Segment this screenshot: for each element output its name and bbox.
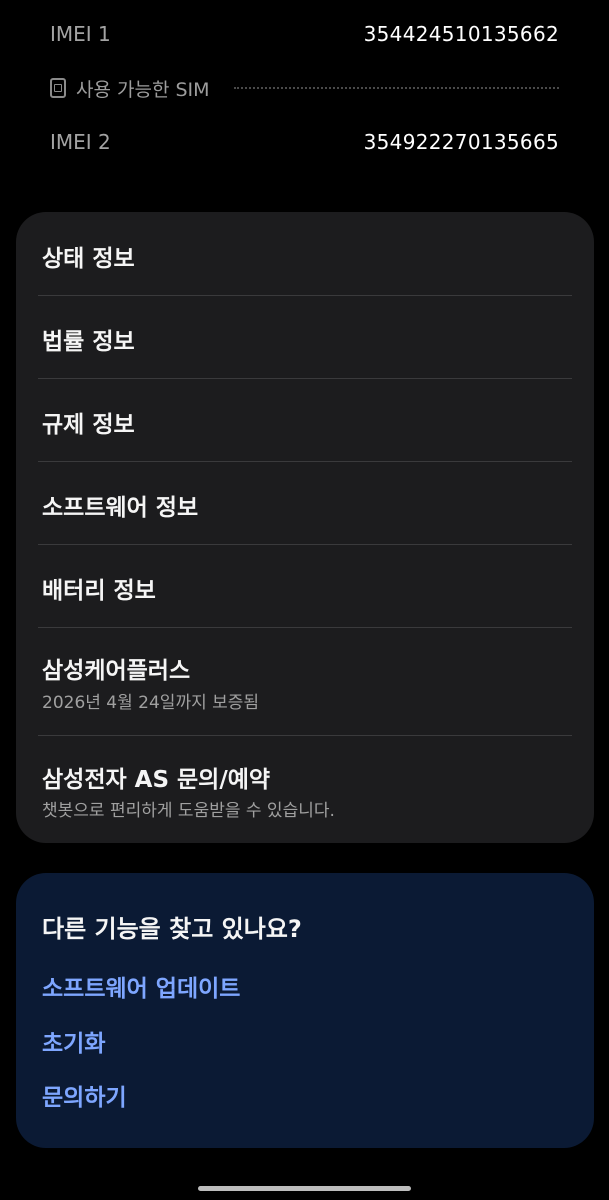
- link-contact-us[interactable]: 문의하기: [42, 1078, 127, 1112]
- info-menu-card: 상태 정보 법률 정보 규제 정보 소프트웨어 정보 배터리 정보 삼성케어플러…: [16, 212, 594, 843]
- link-software-update[interactable]: 소프트웨어 업데이트: [42, 969, 240, 1003]
- menu-item-subtitle: 챗봇으로 편리하게 도움받을 수 있습니다.: [42, 801, 335, 821]
- menu-item-legal-info[interactable]: 법률 정보: [38, 296, 572, 378]
- menu-item-software-info[interactable]: 소프트웨어 정보: [38, 462, 572, 544]
- find-features-title: 다른 기능을 찾고 있나요?: [42, 915, 302, 943]
- sim-card-icon: [50, 78, 66, 98]
- menu-item-title: 배터리 정보: [42, 578, 156, 604]
- imei-section: IMEI 1 354424510135662 사용 가능한 SIM IMEI 2…: [0, 0, 609, 190]
- menu-item-title: 삼성전자 AS 문의/예약: [42, 767, 271, 793]
- menu-item-status-info[interactable]: 상태 정보: [38, 212, 572, 295]
- imei2-row[interactable]: IMEI 2 354922270135665: [50, 122, 559, 162]
- find-features-card: 다른 기능을 찾고 있나요? 소프트웨어 업데이트 초기화 문의하기: [16, 873, 594, 1148]
- sim-status-label: 사용 가능한 SIM: [76, 78, 210, 101]
- menu-item-title: 규제 정보: [42, 412, 135, 438]
- menu-item-samsung-as[interactable]: 삼성전자 AS 문의/예약 챗봇으로 편리하게 도움받을 수 있습니다.: [38, 736, 572, 843]
- imei1-value: 354424510135662: [363, 22, 559, 46]
- menu-item-samsung-care-plus[interactable]: 삼성케어플러스 2026년 4월 24일까지 보증됨: [38, 628, 572, 735]
- menu-item-regulatory-info[interactable]: 규제 정보: [38, 379, 572, 461]
- sim-status-row: 사용 가능한 SIM: [50, 68, 559, 108]
- menu-item-title: 삼성케어플러스: [42, 658, 191, 684]
- imei2-label: IMEI 2: [50, 130, 111, 154]
- menu-item-subtitle: 2026년 4월 24일까지 보증됨: [42, 693, 260, 713]
- home-gesture-bar[interactable]: [198, 1186, 411, 1191]
- imei1-label: IMEI 1: [50, 22, 111, 46]
- dotted-divider: [233, 87, 559, 89]
- imei1-row[interactable]: IMEI 1 354424510135662: [50, 14, 559, 54]
- menu-item-title: 법률 정보: [42, 329, 135, 355]
- imei2-value: 354922270135665: [363, 130, 559, 154]
- link-reset[interactable]: 초기화: [42, 1024, 105, 1058]
- menu-item-battery-info[interactable]: 배터리 정보: [38, 545, 572, 627]
- menu-item-title: 소프트웨어 정보: [42, 495, 199, 521]
- menu-item-title: 상태 정보: [42, 246, 135, 272]
